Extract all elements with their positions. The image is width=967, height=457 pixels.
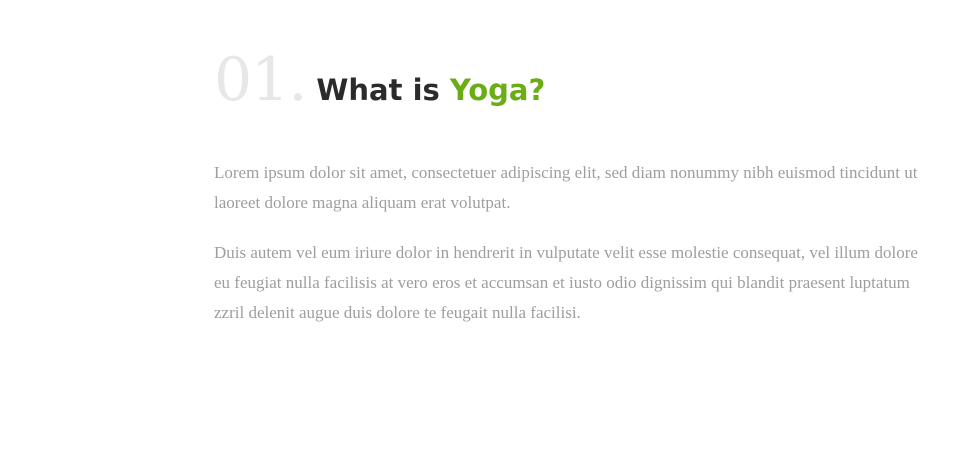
yoga-section: 01. What is Yoga? Lorem ipsum dolor sit …: [214, 40, 924, 348]
section-heading: 01. What is Yoga?: [214, 40, 924, 120]
paragraph: Duis autem vel eum iriure dolor in hendr…: [214, 243, 918, 322]
section-body: Lorem ipsum dolor sit amet, consectetuer…: [214, 158, 924, 328]
section-number: 01.: [214, 45, 307, 115]
title-prefix: What is: [316, 73, 450, 107]
title-accent: Yoga?: [449, 73, 546, 107]
paragraph: Lorem ipsum dolor sit amet, consectetuer…: [214, 163, 918, 212]
section-title: What is Yoga?: [316, 73, 545, 107]
